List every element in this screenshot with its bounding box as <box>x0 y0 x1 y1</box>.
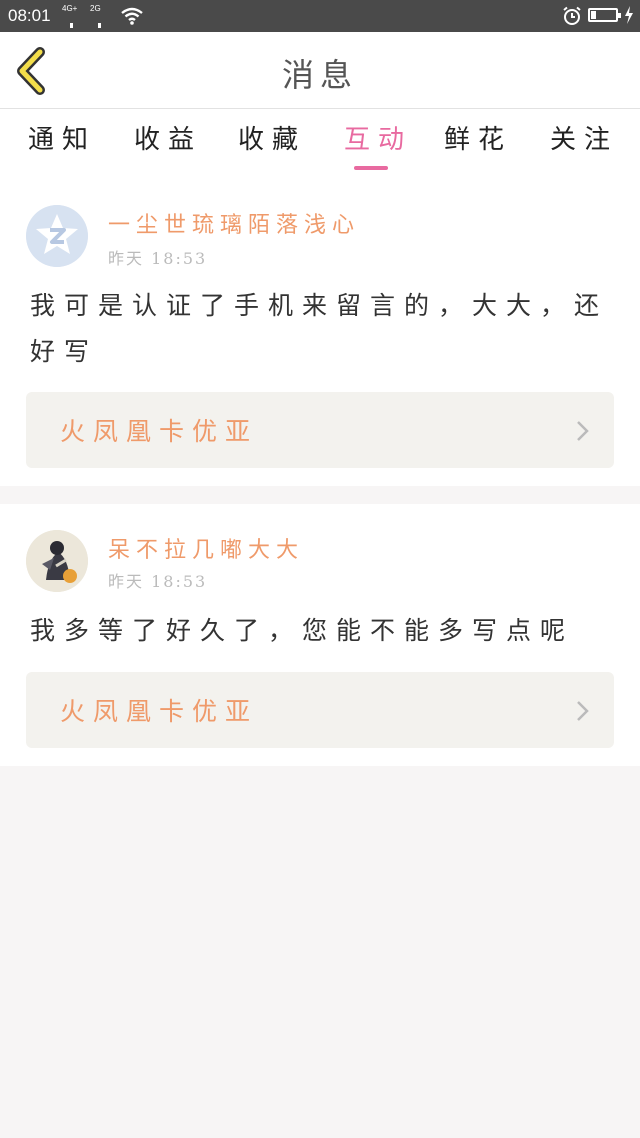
message-card: 一尘世琉璃陌落浅心 昨天 18:53 我可是认证了手机来留言的，大大，还好写 火… <box>0 171 640 486</box>
active-tab-indicator <box>354 166 388 170</box>
user-photo-avatar <box>26 530 88 592</box>
tab-favorites[interactable]: 收藏 <box>222 119 322 156</box>
tab-flowers[interactable]: 鲜花 <box>428 119 528 156</box>
tab-notifications[interactable]: 通知 <box>12 119 112 156</box>
app-header: 消息 <box>0 32 640 109</box>
message-time: 昨天 18:53 <box>108 249 208 268</box>
comment-text: 我可是认证了手机来留言的，大大，还好写 <box>30 291 609 366</box>
page-title: 消息 <box>281 56 358 94</box>
message-card: 呆不拉几嘟大大 昨天 18:53 我多等了好久了，您能不能多写点呢 火凤凰卡优亚 <box>0 504 640 766</box>
book-link[interactable]: 火凤凰卡优亚 <box>26 672 614 748</box>
tab-earnings[interactable]: 收益 <box>118 119 218 156</box>
username[interactable]: 一尘世琉璃陌落浅心 <box>108 207 360 239</box>
alarm-icon <box>563 6 581 25</box>
message-time: 昨天 18:53 <box>108 572 208 591</box>
charging-icon <box>625 6 633 24</box>
comment-text: 我多等了好久了，您能不能多写点呢 <box>30 616 575 645</box>
book-title: 火凤凰卡优亚 <box>60 417 259 446</box>
tab-following[interactable]: 关注 <box>534 119 634 156</box>
chevron-right-icon <box>577 421 589 441</box>
avatar[interactable] <box>26 530 88 592</box>
status-time: 08:01 <box>8 6 51 25</box>
wifi-icon <box>121 7 143 25</box>
status-bar: 08:01 4G+ 2G <box>0 0 640 82</box>
tab-interaction[interactable]: 互动 <box>328 119 428 156</box>
book-link[interactable]: 火凤凰卡优亚 <box>26 392 614 468</box>
username[interactable]: 呆不拉几嘟大大 <box>108 532 304 564</box>
qq-default-avatar-icon <box>26 205 88 267</box>
book-title: 火凤凰卡优亚 <box>60 697 259 726</box>
tab-bar: 通知 收益 收藏 互动 鲜花 关注 <box>0 109 640 171</box>
battery-icon <box>588 8 621 22</box>
avatar[interactable] <box>26 205 88 267</box>
chevron-right-icon <box>577 701 589 721</box>
